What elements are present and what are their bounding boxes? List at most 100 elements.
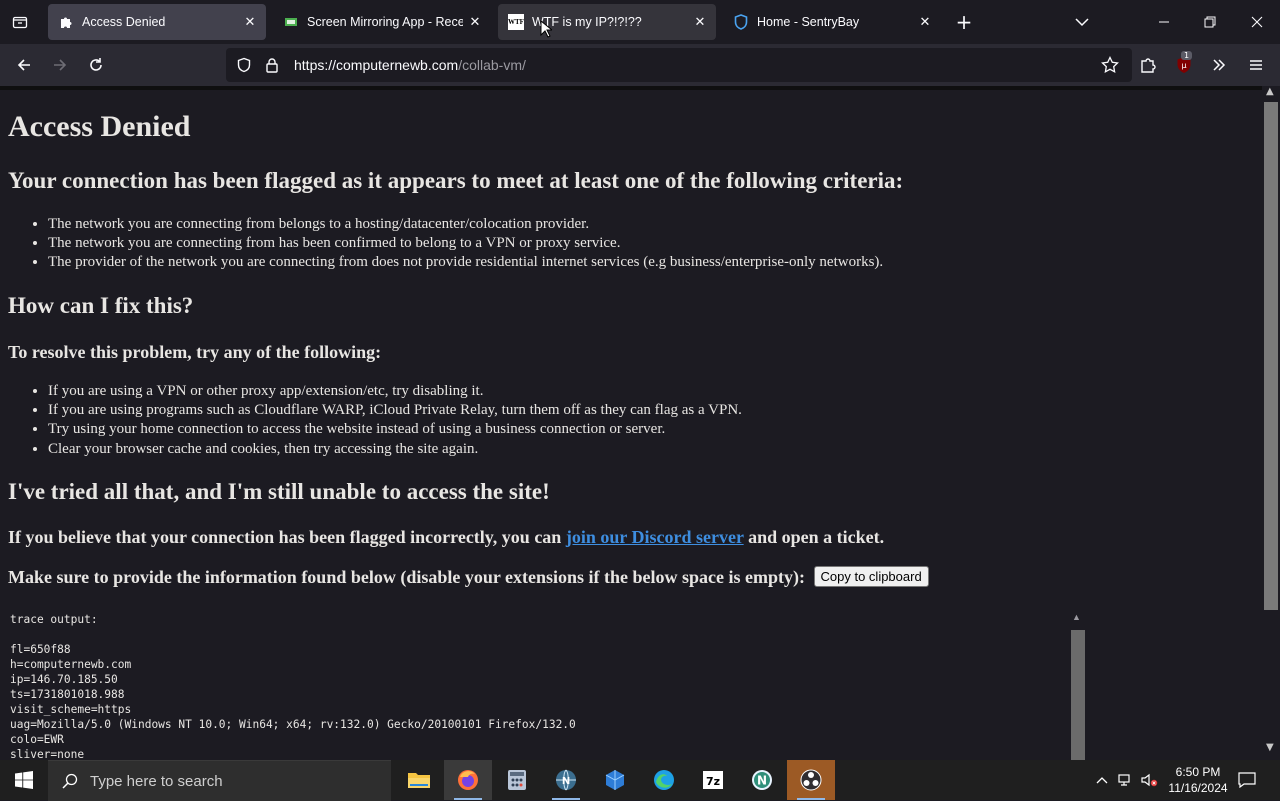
tab-close-icon[interactable]: ✕ bbox=[913, 10, 937, 34]
system-clock[interactable]: 6:50 PM 11/16/2024 bbox=[1160, 764, 1236, 796]
extensions-button[interactable] bbox=[1132, 49, 1164, 81]
puzzle-icon bbox=[1141, 58, 1156, 73]
url-host: https://computernewb.com bbox=[294, 57, 459, 73]
navigation-toolbar: https://computernewb.com/collab-vm/ μ 1 bbox=[0, 44, 1280, 86]
taskbar-calculator-app[interactable] bbox=[493, 760, 541, 800]
svg-text:μ: μ bbox=[1181, 61, 1186, 70]
n-circle-icon: N bbox=[752, 770, 772, 790]
forward-button[interactable] bbox=[44, 49, 76, 81]
arrow-right-icon bbox=[54, 59, 67, 71]
list-item: Try using your home connection to access… bbox=[48, 420, 742, 439]
discord-suffix: and open a ticket. bbox=[743, 527, 885, 547]
copy-to-clipboard-button[interactable]: Copy to clipboard bbox=[813, 566, 929, 588]
taskbar-notepad-n[interactable]: N bbox=[738, 760, 786, 800]
network-tray-button[interactable] bbox=[1114, 760, 1136, 800]
scrollbar-thumb[interactable] bbox=[1264, 102, 1278, 610]
folder-icon bbox=[408, 773, 430, 788]
tab-sentrybay[interactable]: Home - SentryBay ✕ bbox=[723, 4, 941, 40]
restore-button[interactable] bbox=[1187, 0, 1233, 44]
fixes-list: If you are using a VPN or other proxy ap… bbox=[8, 382, 742, 459]
taskbar-7zip[interactable]: 7z bbox=[689, 760, 737, 800]
notification-icon bbox=[1238, 772, 1256, 788]
tried-heading: I've tried all that, and I'm still unabl… bbox=[8, 479, 550, 504]
scroll-down-arrow-icon[interactable]: ▼ bbox=[1266, 742, 1274, 753]
restore-icon bbox=[1204, 16, 1216, 28]
firefox-view-button[interactable] bbox=[4, 6, 36, 38]
clock-time: 6:50 PM bbox=[1175, 765, 1221, 779]
wtf-favicon-icon: WTF bbox=[508, 14, 524, 30]
trace-scrollbar[interactable]: ▲ bbox=[1070, 610, 1086, 764]
trace-output[interactable]: trace output: fl=650f88 h=computernewb.c… bbox=[10, 612, 1078, 762]
flagged-heading: Your connection has been flagged as it a… bbox=[8, 168, 904, 193]
close-window-button[interactable] bbox=[1234, 0, 1280, 44]
page-title: Access Denied bbox=[8, 110, 191, 143]
shield-favicon-icon bbox=[733, 14, 749, 30]
tab-close-icon[interactable]: ✕ bbox=[238, 10, 262, 34]
taskbar-search-box[interactable]: Type here to search bbox=[48, 760, 391, 801]
close-icon bbox=[1251, 16, 1263, 28]
volume-tray-button[interactable] bbox=[1138, 760, 1160, 800]
back-button[interactable] bbox=[8, 49, 40, 81]
tab-screen-mirroring[interactable]: Screen Mirroring App - Receive ✕ bbox=[273, 4, 491, 40]
start-button[interactable] bbox=[0, 760, 48, 800]
tab-access-denied[interactable]: Access Denied ✕ bbox=[48, 4, 266, 40]
more-tools-button[interactable] bbox=[1203, 49, 1235, 81]
reload-button[interactable] bbox=[80, 49, 112, 81]
tab-close-icon[interactable]: ✕ bbox=[463, 10, 487, 34]
discord-link[interactable]: join our Discord server bbox=[566, 527, 744, 547]
tab-title: Screen Mirroring App - Receive bbox=[307, 15, 463, 29]
taskbar-edge[interactable] bbox=[640, 760, 688, 800]
new-tab-button[interactable]: + bbox=[950, 8, 978, 36]
taskbar-firefox[interactable] bbox=[444, 760, 492, 800]
discord-paragraph: If you believe that your connection has … bbox=[8, 527, 884, 548]
edge-icon bbox=[654, 770, 674, 790]
page-content: Access Denied Your connection has been f… bbox=[0, 86, 1262, 764]
scroll-up-arrow-icon[interactable]: ▲ bbox=[1072, 612, 1081, 622]
firefox-view-icon bbox=[12, 16, 28, 29]
minimize-button[interactable] bbox=[1141, 0, 1187, 44]
windows-logo-icon bbox=[15, 771, 33, 789]
7zip-label: 7z bbox=[706, 775, 720, 788]
chevron-down-icon bbox=[1075, 18, 1089, 27]
notifications-button[interactable] bbox=[1236, 760, 1258, 800]
tab-title: Home - SentryBay bbox=[757, 15, 860, 29]
calculator-icon bbox=[508, 770, 526, 790]
obs-icon bbox=[800, 769, 822, 791]
scroll-up-arrow-icon[interactable]: ▲ bbox=[1266, 86, 1274, 97]
taskbar-file-explorer[interactable] bbox=[395, 760, 443, 800]
url-text[interactable]: https://computernewb.com/collab-vm/ bbox=[294, 57, 526, 73]
tab-title: Access Denied bbox=[82, 15, 166, 29]
lock-icon[interactable] bbox=[262, 55, 282, 75]
network-app-label: N bbox=[562, 776, 570, 787]
page-scrollbar[interactable]: ▲ ▼ bbox=[1262, 86, 1280, 760]
notepad-n-label: N bbox=[757, 774, 767, 788]
bookmark-star-icon[interactable] bbox=[1100, 55, 1120, 75]
windows-taskbar: Type here to search N 7z N 6:50 PM 11/16… bbox=[0, 760, 1280, 801]
firefox-icon bbox=[458, 770, 478, 790]
show-hidden-icons-button[interactable] bbox=[1092, 760, 1112, 800]
taskbar-obs[interactable] bbox=[787, 760, 835, 800]
minimize-icon bbox=[1159, 21, 1169, 23]
screen-mirroring-favicon-icon bbox=[283, 14, 299, 30]
scrollbar-thumb[interactable] bbox=[1071, 630, 1085, 764]
tab-close-icon[interactable]: ✕ bbox=[688, 10, 712, 34]
search-icon bbox=[62, 773, 78, 789]
list-item: The provider of the network you are conn… bbox=[48, 253, 883, 272]
mouse-cursor-icon bbox=[540, 20, 552, 38]
list-item: The network you are connecting from belo… bbox=[48, 215, 883, 234]
list-item: Clear your browser cache and cookies, th… bbox=[48, 440, 742, 459]
address-bar[interactable]: https://computernewb.com/collab-vm/ bbox=[226, 48, 1132, 82]
taskbar-network-app[interactable]: N bbox=[542, 760, 590, 800]
package-icon bbox=[605, 770, 625, 790]
list-all-tabs-button[interactable] bbox=[1068, 8, 1096, 36]
tab-title: WTF is my IP?!?!?? bbox=[532, 15, 642, 29]
app-menu-button[interactable] bbox=[1240, 49, 1272, 81]
provide-info-text: Make sure to provide the information fou… bbox=[8, 567, 810, 587]
7zip-icon: 7z bbox=[703, 771, 723, 789]
taskbar-app-installer[interactable] bbox=[591, 760, 639, 800]
tab-wtf-is-my-ip[interactable]: WTF WTF is my IP?!?!?? ✕ bbox=[498, 4, 716, 40]
tracking-protection-shield-icon[interactable] bbox=[234, 55, 254, 75]
tab-bar: Access Denied ✕ Screen Mirroring App - R… bbox=[0, 0, 1280, 44]
double-chevron-right-icon bbox=[1213, 59, 1226, 71]
discord-prefix: If you believe that your connection has … bbox=[8, 527, 566, 547]
